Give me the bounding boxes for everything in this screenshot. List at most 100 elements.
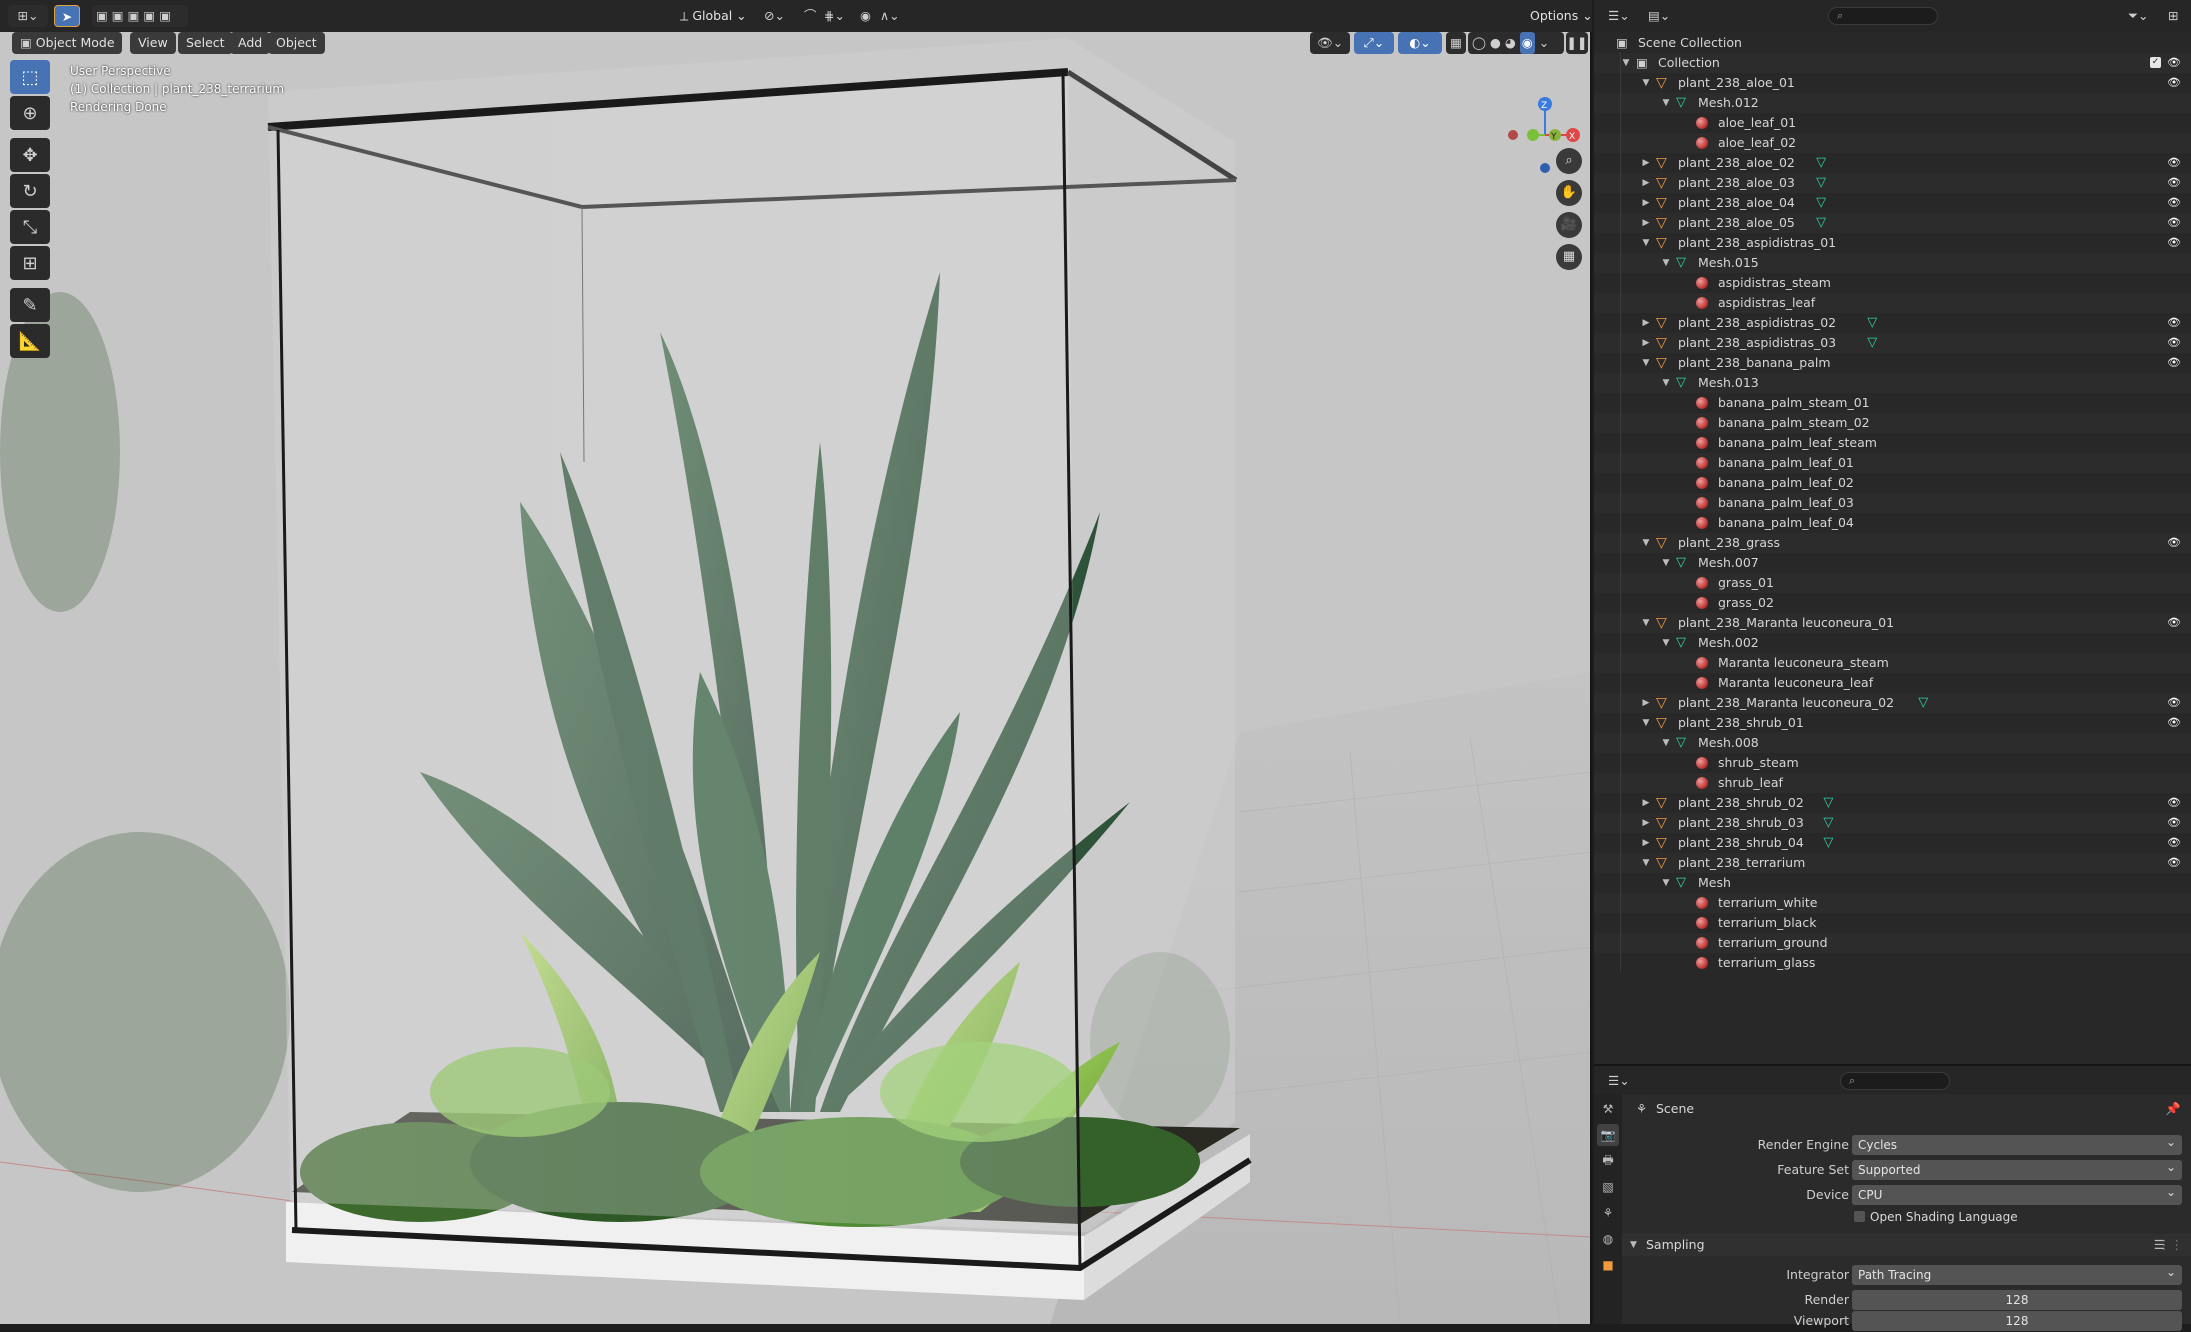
mesh-child-icon[interactable]: ▽ bbox=[1918, 695, 1934, 711]
collapse-arrow-icon[interactable]: ▼ bbox=[1660, 373, 1672, 393]
outliner-object-row[interactable]: ▼ ▽ plant_238_aspidistras_01 👁 bbox=[1594, 233, 2191, 253]
outliner-search-input[interactable]: ⌕ bbox=[1828, 7, 1938, 25]
osl-checkbox[interactable] bbox=[1854, 1211, 1865, 1222]
outliner-material-row[interactable]: terrarium_black bbox=[1594, 913, 2191, 933]
expand-arrow-icon[interactable]: ▶ bbox=[1640, 833, 1652, 853]
integrator-dropdown[interactable]: Path Tracing bbox=[1852, 1262, 2182, 1285]
pin-icon[interactable]: 📌 bbox=[2165, 1098, 2181, 1120]
transform-tool[interactable]: ⊞ bbox=[10, 246, 50, 280]
cursor-tool[interactable]: ⊕ bbox=[10, 96, 50, 130]
rotate-tool[interactable]: ↻ bbox=[10, 174, 50, 208]
falloff-dropdown[interactable]: ∧⌄ bbox=[872, 5, 908, 27]
visibility-eye-icon[interactable]: 👁 bbox=[2167, 213, 2181, 233]
outliner-object-row[interactable]: ▶ ▽ plant_238_shrub_03 ▽ 👁 bbox=[1594, 813, 2191, 833]
visibility-eye-icon[interactable]: 👁 bbox=[2167, 153, 2181, 173]
outliner-object-row[interactable]: ▼ ▽ plant_238_terrarium 👁 bbox=[1594, 853, 2191, 873]
pan-hand-icon[interactable]: ✋ bbox=[1556, 180, 1582, 206]
outliner-collection-row[interactable]: ▼ ▣ Collection ✓ 👁 bbox=[1594, 53, 2191, 73]
render-engine-dropdown[interactable]: Cycles bbox=[1852, 1132, 2182, 1155]
menu-object[interactable]: Object bbox=[268, 32, 325, 54]
visibility-eye-icon[interactable]: 👁 bbox=[2167, 233, 2181, 253]
outliner-object-row[interactable]: ▶ ▽ plant_238_aspidistras_02 ▽ 👁 bbox=[1594, 313, 2191, 333]
select-extend-icon[interactable]: ▣ bbox=[112, 5, 124, 27]
expand-arrow-icon[interactable]: ▶ bbox=[1640, 173, 1652, 193]
visibility-eye-icon[interactable]: 👁 bbox=[2167, 313, 2181, 333]
mode-dropdown[interactable]: ▣ Object Mode bbox=[12, 32, 122, 54]
drag-handle-icon[interactable]: ⋮⋮ bbox=[2158, 1234, 2183, 1256]
outliner-material-row[interactable]: aspidistras_steam bbox=[1594, 273, 2191, 293]
outliner-object-row[interactable]: ▶ ▽ plant_238_shrub_04 ▽ 👁 bbox=[1594, 833, 2191, 853]
visibility-eye-icon[interactable]: 👁 bbox=[2167, 693, 2181, 713]
outliner-material-row[interactable]: banana_palm_leaf_steam bbox=[1594, 433, 2191, 453]
outliner-mesh-row[interactable]: ▼ ▽ Mesh bbox=[1594, 873, 2191, 893]
shading-mode-group[interactable]: ◯ ● ◕ ◉ ⌄ bbox=[1468, 32, 1564, 54]
outliner-mesh-row[interactable]: ▼ ▽ Mesh.002 bbox=[1594, 633, 2191, 653]
snap-target-dropdown[interactable]: ⋕⌄ bbox=[816, 5, 853, 27]
exclude-checkbox[interactable]: ✓ bbox=[2150, 57, 2161, 68]
expand-arrow-icon[interactable]: ▶ bbox=[1640, 813, 1652, 833]
wireframe-icon[interactable]: ◯ bbox=[1472, 32, 1486, 54]
move-tool[interactable]: ✥ bbox=[10, 138, 50, 172]
outliner-material-row[interactable]: aspidistras_leaf bbox=[1594, 293, 2191, 313]
outliner-object-row[interactable]: ▶ ▽ plant_238_aloe_03 ▽ 👁 bbox=[1594, 173, 2191, 193]
pivot-point-dropdown[interactable]: ⊘⌄ bbox=[756, 5, 793, 27]
outliner-material-row[interactable]: banana_palm_leaf_02 bbox=[1594, 473, 2191, 493]
collapse-arrow-icon[interactable]: ▼ bbox=[1660, 253, 1672, 273]
expand-arrow-icon[interactable]: ▶ bbox=[1640, 333, 1652, 353]
collapse-arrow-icon[interactable]: ▼ bbox=[1640, 233, 1652, 253]
visibility-eye-icon[interactable]: 👁 bbox=[2167, 713, 2181, 733]
outliner-object-row[interactable]: ▼ ▽ plant_238_Maranta leuconeura_01 👁 bbox=[1594, 613, 2191, 633]
outliner-collection-row[interactable]: ▣ Scene Collection bbox=[1594, 33, 2191, 53]
outliner-object-row[interactable]: ▶ ▽ plant_238_aloe_04 ▽ 👁 bbox=[1594, 193, 2191, 213]
view-layer-tab-icon[interactable]: ▧ bbox=[1597, 1176, 1619, 1198]
collapse-arrow-icon[interactable]: ▼ bbox=[1660, 873, 1672, 893]
select-box-tool[interactable]: ⬚ bbox=[10, 60, 50, 94]
outliner-material-row[interactable]: terrarium_glass bbox=[1594, 953, 2191, 973]
editor-type-button[interactable]: ⊞⌄ bbox=[8, 5, 48, 27]
camera-icon[interactable]: 🎥 bbox=[1556, 212, 1582, 238]
collapse-arrow-icon[interactable]: ▼ bbox=[1660, 733, 1672, 753]
outliner-material-row[interactable]: shrub_steam bbox=[1594, 753, 2191, 773]
outliner-material-row[interactable]: aloe_leaf_02 bbox=[1594, 133, 2191, 153]
rendered-icon[interactable]: ◉ bbox=[1519, 32, 1535, 54]
outliner-object-row[interactable]: ▼ ▽ plant_238_banana_palm 👁 bbox=[1594, 353, 2191, 373]
neg-z-axis-handle[interactable] bbox=[1540, 163, 1550, 173]
scene-tab-icon[interactable]: ⚘ bbox=[1597, 1202, 1619, 1224]
visibility-eye-icon[interactable]: 👁 bbox=[2167, 353, 2181, 373]
menu-select[interactable]: Select bbox=[178, 32, 233, 54]
outliner-material-row[interactable]: shrub_leaf bbox=[1594, 773, 2191, 793]
outliner-object-row[interactable]: ▶ ▽ plant_238_aloe_05 ▽ 👁 bbox=[1594, 213, 2191, 233]
3d-viewport[interactable]: User Perspective (1) Collection | plant_… bbox=[0, 32, 1592, 1324]
visibility-eye-icon[interactable]: 👁 bbox=[2167, 193, 2181, 213]
collapse-arrow-icon[interactable]: ▼ bbox=[1620, 53, 1632, 73]
selection-mode-group[interactable]: ▣ ▣ ▣ ▣ ▣ bbox=[92, 5, 188, 27]
collapse-arrow-icon[interactable]: ▼ bbox=[1640, 613, 1652, 633]
collapse-arrow-icon[interactable]: ▼ bbox=[1660, 553, 1672, 573]
outliner-material-row[interactable]: banana_palm_steam_01 bbox=[1594, 393, 2191, 413]
outliner-mesh-row[interactable]: ▼ ▽ Mesh.012 bbox=[1594, 93, 2191, 113]
outliner-material-row[interactable]: Maranta leuconeura_steam bbox=[1594, 653, 2191, 673]
visibility-eye-icon[interactable]: 👁 bbox=[2167, 853, 2181, 873]
new-collection-button[interactable]: ⊞ bbox=[2160, 5, 2186, 27]
outliner-object-row[interactable]: ▶ ▽ plant_238_shrub_02 ▽ 👁 bbox=[1594, 793, 2191, 813]
mesh-child-icon[interactable]: ▽ bbox=[1816, 195, 1832, 211]
mesh-child-icon[interactable]: ▽ bbox=[1816, 215, 1832, 231]
tool-tab-icon[interactable]: ⚒ bbox=[1597, 1098, 1619, 1120]
outliner-material-row[interactable]: terrarium_ground bbox=[1594, 933, 2191, 953]
menu-add[interactable]: Add bbox=[230, 32, 271, 54]
output-tab-icon[interactable]: 🖶 bbox=[1597, 1150, 1619, 1172]
gizmo-toggle[interactable]: ⤢⌄ bbox=[1354, 32, 1394, 54]
material-preview-icon[interactable]: ◕ bbox=[1505, 32, 1516, 54]
mesh-child-icon[interactable]: ▽ bbox=[1816, 155, 1832, 171]
collapse-arrow-icon[interactable]: ▼ bbox=[1660, 633, 1672, 653]
collapse-arrow-icon[interactable]: ▼ bbox=[1640, 353, 1652, 373]
properties-search-input[interactable]: ⌕ bbox=[1840, 1072, 1950, 1090]
expand-arrow-icon[interactable]: ▶ bbox=[1640, 793, 1652, 813]
perspective-grid-icon[interactable]: ▦ bbox=[1556, 244, 1582, 270]
expand-arrow-icon[interactable]: ▶ bbox=[1640, 193, 1652, 213]
collapse-arrow-icon[interactable]: ▼ bbox=[1640, 73, 1652, 93]
outliner-material-row[interactable]: terrarium_white bbox=[1594, 893, 2191, 913]
scale-tool[interactable]: ⤡ bbox=[10, 210, 50, 244]
mesh-child-icon[interactable]: ▽ bbox=[1823, 795, 1839, 811]
outliner-object-row[interactable]: ▼ ▽ plant_238_shrub_01 👁 bbox=[1594, 713, 2191, 733]
